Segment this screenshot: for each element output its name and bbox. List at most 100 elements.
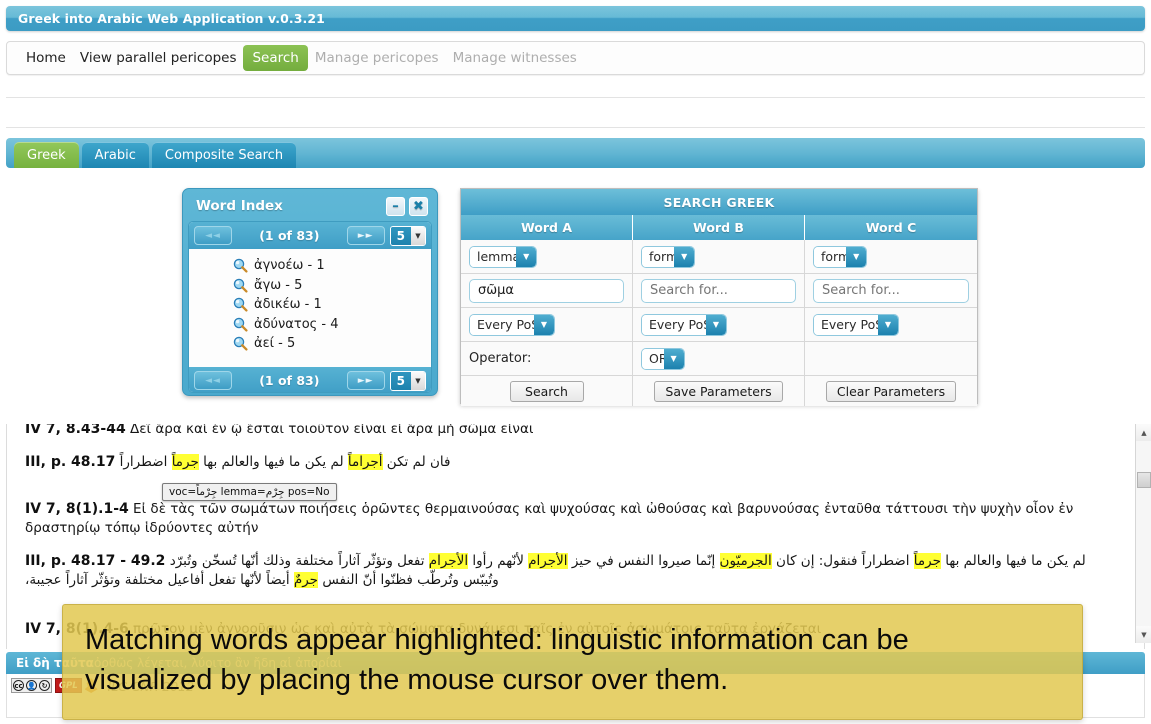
cell-pos-c: Every PoS ▼: [805, 308, 977, 342]
menu-item-home[interactable]: Home: [19, 47, 73, 69]
list-item[interactable]: ἀγνοέω - 1: [233, 256, 431, 276]
result-match-word[interactable]: σῶμα: [459, 424, 496, 437]
chevron-down-icon: ▼: [663, 348, 684, 369]
cell-clear-parameters-button: Clear Parameters: [805, 376, 977, 406]
menu-item-manage-pericopes: Manage pericopes: [314, 50, 439, 66]
list-item-label: ἀγνοέω - 1: [254, 258, 325, 274]
list-item[interactable]: ἀδύνατος - 4: [233, 315, 431, 335]
pos-select-a[interactable]: Every PoS ▼: [469, 313, 555, 336]
result-spacer: [25, 440, 1124, 452]
list-item-label: ἀδικέω - 1: [254, 297, 322, 313]
search-input-word-b[interactable]: [641, 278, 796, 303]
creative-commons-icon[interactable]: cc 👤 ↻: [11, 678, 52, 693]
field-type-select-b[interactable]: form ▼: [641, 245, 696, 268]
chevron-down-icon: ▼: [534, 314, 554, 335]
cell-query-b: [633, 274, 805, 308]
cell-field-type-c: form ▼: [805, 240, 977, 274]
clear-parameters-button[interactable]: Clear Parameters: [825, 380, 957, 402]
cell-query-c: [805, 274, 977, 308]
scroll-down-arrow-icon[interactable]: ▼: [1136, 626, 1151, 643]
scroll-up-arrow-icon[interactable]: ▲: [1136, 424, 1151, 441]
result-reference: IV 7, 8(1).1-4: [25, 501, 129, 517]
cc-mark-icon: cc: [13, 680, 24, 691]
result-match-word[interactable]: σωμάτων: [231, 501, 295, 517]
search-panel-query-row: [461, 274, 977, 308]
prev-page-button-bottom[interactable]: ◄◄: [194, 371, 232, 390]
search-input-word-a[interactable]: [469, 278, 624, 303]
list-item[interactable]: ἀδικέω - 1: [233, 295, 431, 315]
pos-value-a: Every PoS: [470, 314, 542, 335]
chevron-down-icon: ▼: [516, 246, 537, 267]
separator-rule-top: [6, 97, 1145, 98]
search-panel-button-row: Search Save Parameters Clear Parameters: [461, 376, 977, 406]
cell-field-type-b: form ▼: [633, 240, 805, 274]
cc-by-icon: 👤: [26, 680, 37, 691]
search-button[interactable]: Search: [509, 380, 584, 402]
search-input-word-c[interactable]: [813, 278, 969, 303]
chevron-down-icon: ▼: [411, 226, 425, 245]
search-icon: [233, 278, 248, 293]
per-page-select-top[interactable]: 5 ▼: [389, 225, 426, 246]
save-parameters-button[interactable]: Save Parameters: [654, 380, 783, 402]
cell-save-parameters-button: Save Parameters: [633, 376, 805, 406]
result-line-arabic-1: III, p. 48.17 فان لم تكن أجراماً لم يكن …: [25, 452, 1124, 473]
result-line-arabic-2: III, p. 48.17 - 49.2 لم يكن ما فيها والع…: [25, 551, 1124, 591]
tab-greek[interactable]: Greek: [14, 142, 79, 168]
list-item[interactable]: ἄγω - 5: [233, 276, 431, 296]
scrollbar-track[interactable]: [1136, 441, 1151, 626]
search-greek-panel: SEARCH GREEK Word A Word B Word C lemma …: [460, 188, 978, 406]
operator-label: Operator:: [469, 351, 532, 366]
word-info-tooltip: voc=جِرْماً lemma=جِرْم pos=No: [162, 483, 337, 501]
prev-page-button-top[interactable]: ◄◄: [194, 226, 232, 245]
next-page-button-top[interactable]: ►►: [346, 226, 385, 245]
page-label-bottom: (1 of 83): [259, 373, 320, 388]
list-item-label: ἄγω - 5: [254, 277, 303, 293]
main-menu-bar: Home View parallel pericopes Search Mana…: [6, 41, 1145, 75]
word-index-panel: Word Index – ✖ ◄◄ (1 of 83) ►► 5 ▼ ἀγνοέ…: [182, 188, 438, 396]
field-type-select-a[interactable]: lemma ▼: [469, 245, 538, 268]
tab-composite-search[interactable]: Composite Search: [151, 142, 297, 168]
result-reference: IV 7, 8.43-44: [25, 424, 126, 437]
search-tab-strip: Greek Arabic Composite Search: [6, 138, 1145, 168]
separator-rule-bottom: [6, 127, 1145, 128]
result-text-arabic[interactable]: فان لم تكن أجراماً لم يكن ما فيها والعال…: [120, 454, 450, 470]
result-reference: III, p. 48.17: [25, 454, 116, 470]
result-text-arabic[interactable]: لم يكن ما فيها والعالم بها جرماً اضطرارا…: [25, 553, 1086, 588]
caption-line-1: Matching words appear highlighted: lingu…: [85, 624, 909, 656]
page-label-top: (1 of 83): [259, 228, 320, 243]
list-item-label: ἀεί - 5: [254, 336, 296, 352]
cell-search-button: Search: [461, 376, 633, 406]
chevron-down-icon: ▼: [674, 246, 695, 267]
search-panel-field-type-row: lemma ▼ form ▼ form ▼: [461, 240, 977, 274]
list-item[interactable]: ἀεί - 5: [233, 334, 431, 354]
menu-item-view-parallel-pericopes[interactable]: View parallel pericopes: [73, 47, 244, 69]
search-icon: [233, 258, 248, 273]
word-index-pager-top: ◄◄ (1 of 83) ►► 5 ▼: [189, 222, 431, 249]
word-index-body: ◄◄ (1 of 83) ►► 5 ▼ ἀγνοέω - 1 ἄγω - 5 ἀ…: [188, 221, 432, 393]
minimize-icon[interactable]: –: [386, 196, 405, 216]
pos-select-c[interactable]: Every PoS ▼: [813, 313, 899, 336]
field-type-select-c[interactable]: form ▼: [813, 245, 868, 268]
cc-sa-icon: ↻: [39, 680, 50, 691]
tab-arabic[interactable]: Arabic: [81, 142, 149, 168]
word-index-window-buttons: – ✖: [386, 196, 428, 216]
result-spacer: [25, 539, 1124, 551]
per-page-select-bottom[interactable]: 5 ▼: [389, 370, 426, 391]
close-icon[interactable]: ✖: [409, 196, 428, 216]
search-panel-column-headers: Word A Word B Word C: [461, 215, 977, 240]
scrollbar-thumb[interactable]: [1137, 472, 1151, 488]
chevron-down-icon: ▼: [706, 314, 726, 335]
cell-operator-empty: [805, 342, 977, 376]
next-page-button-bottom[interactable]: ►►: [346, 371, 385, 390]
result-line-greek-2: IV 7, 8(1).1-4 Εἰ δὲ τὰς τῶν σωμάτων ποι…: [25, 499, 1124, 539]
menu-item-search[interactable]: Search: [243, 45, 308, 71]
pos-select-b[interactable]: Every PoS ▼: [641, 313, 727, 336]
cell-operator-select: OR ▼: [633, 342, 805, 376]
search-panel-operator-row: Operator: OR ▼: [461, 342, 977, 376]
operator-select[interactable]: OR ▼: [641, 347, 685, 370]
window-title-bar: Greek into Arabic Web Application v.0.3.…: [6, 6, 1145, 31]
results-scrollbar[interactable]: ▲ ▼: [1135, 424, 1151, 643]
word-index-pager-bottom: ◄◄ (1 of 83) ►► 5 ▼: [189, 367, 431, 392]
per-page-value-bottom: 5: [390, 371, 411, 390]
per-page-value-top: 5: [390, 226, 411, 245]
